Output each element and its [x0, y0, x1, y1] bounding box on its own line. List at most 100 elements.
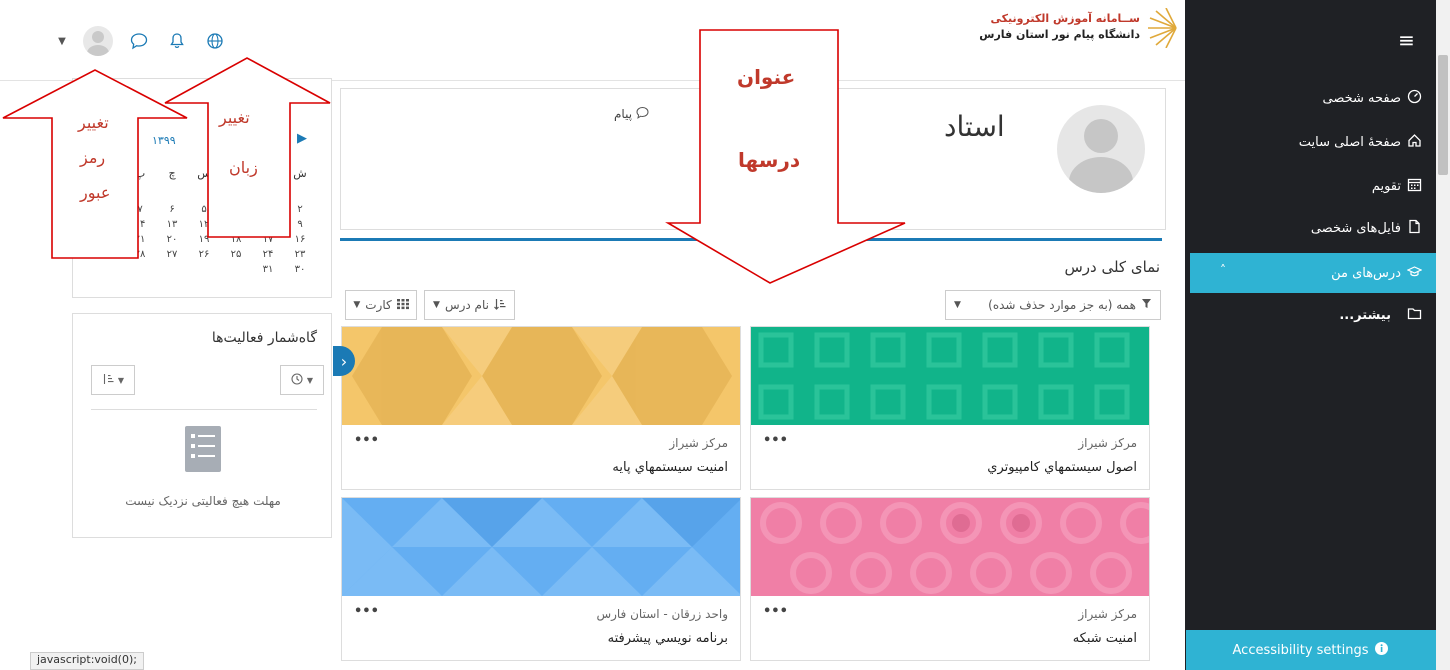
calendar-weekday: پ	[134, 167, 146, 180]
course-overview-title: نمای کلی درس	[1064, 258, 1160, 276]
calendar-day[interactable]: ۴	[220, 203, 252, 216]
calendar-day[interactable]: ۸	[92, 203, 124, 216]
user-avatar[interactable]	[83, 26, 113, 56]
course-menu-ellipsis-icon[interactable]: •••	[763, 433, 788, 448]
calendar-day[interactable]: ۱۹	[188, 233, 220, 246]
annotation-label: عنوان	[737, 65, 796, 89]
profile-name: استاد	[944, 110, 1005, 143]
sort-icon	[102, 373, 114, 388]
calendar-day[interactable]: ۱۸	[220, 233, 252, 246]
nav-item-calendar[interactable]: تقویم	[1192, 168, 1422, 204]
home-icon	[1407, 133, 1422, 152]
course-menu-ellipsis-icon[interactable]: •••	[354, 433, 379, 448]
empty-list-icon	[183, 424, 223, 474]
calendar-day[interactable]: ۲	[284, 203, 316, 216]
messages-icon[interactable]	[127, 29, 151, 53]
calendar-day	[188, 188, 220, 201]
site-logo[interactable]: ســامانه آموزش الکترونیکی دانشگاه پیام ن…	[979, 8, 1180, 48]
notifications-bell-icon[interactable]	[165, 29, 189, 53]
course-card[interactable]: ••• مرکز شیراز امنيت سيستمهاي پايه	[341, 326, 741, 490]
calendar-day[interactable]: ۲۵	[220, 248, 252, 261]
file-icon	[1407, 219, 1422, 238]
course-menu-ellipsis-icon[interactable]: •••	[763, 604, 788, 619]
accessibility-settings-button[interactable]: Accessibility settings	[1186, 630, 1436, 670]
course-card[interactable]: ••• مرکز شیراز اصول سيستمهاي کامپيوتري	[750, 326, 1150, 490]
timeline-block: گاه‌شمار فعالیت‌ها ▼ ▼ مهلت هیچ فعالیتی …	[72, 313, 332, 538]
timeline-sort-dropdown[interactable]: ▼	[91, 365, 135, 395]
course-filter-dropdown[interactable]: همه (به جز موارد حذف شده) ▼	[945, 290, 1161, 320]
course-category: مرکز شیراز	[1078, 607, 1137, 621]
filter-label: همه (به جز موارد حذف شده)	[988, 298, 1136, 312]
calendar-day[interactable]: ۲۷	[156, 248, 188, 261]
course-banner[interactable]	[751, 327, 1149, 425]
app-window: { "header": { "logo_line1": "ســامانه آم…	[0, 0, 1450, 670]
course-card[interactable]: ••• واحد زرقان - استان فارس برنامه نويسي…	[341, 497, 741, 661]
nav-label: صفحهٔ اصلی سایت	[1298, 134, 1401, 150]
course-name-link[interactable]: امنيت شبکه	[1073, 631, 1137, 646]
send-message-link[interactable]: پیام	[614, 106, 649, 122]
calendar-day[interactable]: ۳۰	[284, 263, 316, 276]
course-view-dropdown[interactable]: کارت ▼	[345, 290, 417, 320]
view-label: کارت	[365, 298, 392, 312]
graduation-cap-icon	[1406, 264, 1423, 283]
calendar-day[interactable]: ۱۱	[220, 218, 252, 231]
calendar-day[interactable]: ۱۶	[284, 233, 316, 246]
calendar-day	[220, 263, 252, 276]
course-banner[interactable]	[751, 498, 1149, 596]
user-menu-caret-icon[interactable]: ▼	[55, 36, 69, 47]
language-globe-icon[interactable]	[203, 29, 227, 53]
calendar-month-label[interactable]: ۱۳۹۹	[152, 134, 176, 147]
calendar-day[interactable]: ۲۸	[124, 248, 156, 261]
calendar-day[interactable]: ۲۱	[124, 233, 156, 246]
calendar-prev-arrow-icon[interactable]: ▶	[297, 131, 307, 146]
calendar-day	[156, 188, 188, 201]
calendar-day[interactable]: ۱۲	[188, 218, 220, 231]
calendar-day[interactable]: ۶	[156, 203, 188, 216]
nav-item-dashboard[interactable]: صفحه شخصی	[1192, 80, 1422, 116]
chevron-right-icon: ›	[340, 351, 348, 371]
course-menu-ellipsis-icon[interactable]: •••	[354, 604, 379, 619]
calendar-day[interactable]: ۲۹	[92, 248, 124, 261]
clock-icon	[291, 372, 303, 388]
calendar-day[interactable]: ۱۴	[124, 218, 156, 231]
annotation-label: تغییر	[78, 113, 109, 132]
course-card[interactable]: ••• مرکز شیراز امنيت شبکه	[750, 497, 1150, 661]
nav-item-my-courses[interactable]: درس‌های من	[1192, 255, 1423, 291]
calendar-day[interactable]: ۵	[188, 203, 220, 216]
nav-item-private-files[interactable]: فایل‌های شخصی	[1192, 210, 1422, 246]
course-name-link[interactable]: اصول سيستمهاي کامپيوتري	[987, 460, 1137, 475]
calendar-day[interactable]: ۲۶	[188, 248, 220, 261]
calendar-day[interactable]: ۲۰	[156, 233, 188, 246]
menu-hamburger-icon[interactable]: ≡	[1379, 25, 1434, 55]
nav-item-site-home[interactable]: صفحهٔ اصلی سایت	[1192, 124, 1422, 160]
timeline-divider	[91, 409, 317, 410]
course-name-link[interactable]: امنيت سيستمهاي پايه	[612, 460, 728, 475]
profile-avatar	[1057, 105, 1145, 193]
calendar-day[interactable]: ۱۰	[252, 218, 284, 231]
filter-caret-icon: ▼	[954, 300, 961, 310]
course-name-link[interactable]: برنامه نويسي پيشرفته	[608, 631, 728, 646]
calendar-day[interactable]: ۳	[252, 203, 284, 216]
course-sort-dropdown[interactable]: نام درس ▼	[424, 290, 515, 320]
scrollbar-thumb[interactable]	[1438, 55, 1448, 175]
calendar-day[interactable]: ۲۴	[252, 248, 284, 261]
calendar-day[interactable]: ۲۲	[92, 233, 124, 246]
calendar-day[interactable]: ۳۱	[252, 263, 284, 276]
calendar-day[interactable]: ۱۳	[156, 218, 188, 231]
annotation-label: تغییر	[219, 108, 250, 127]
calendar-day[interactable]: ۱۵	[92, 218, 124, 231]
logo-title: ســامانه آموزش الکترونیکی	[990, 12, 1140, 25]
calendar-day[interactable]: ۱۷	[252, 233, 284, 246]
dashboard-icon	[1407, 89, 1422, 108]
nav-item-more[interactable]: بیشتر...	[1192, 297, 1422, 333]
calendar-grid: ش ی د س چ پ ج ۲ ۳ ۴ ۵ ۶ ۷ ۸ ۹ ۱۰ ۱۱ ۱۲ ۱۳ ۱۴ ۱۵ ۱۶ ۱۷ ۱۸ ۱۹ ۲۰ ۲۱ ۲…	[92, 162, 316, 276]
course-banner[interactable]	[342, 327, 740, 425]
sort-caret-icon: ▼	[433, 300, 440, 310]
calendar-day	[156, 263, 188, 276]
timeline-day-filter-dropdown[interactable]: ▼	[280, 365, 324, 395]
calendar-day[interactable]: ۷	[124, 203, 156, 216]
calendar-day	[92, 263, 124, 276]
course-banner[interactable]	[342, 498, 740, 596]
calendar-day[interactable]: ۹	[284, 218, 316, 231]
calendar-day[interactable]: ۲۳	[284, 248, 316, 261]
